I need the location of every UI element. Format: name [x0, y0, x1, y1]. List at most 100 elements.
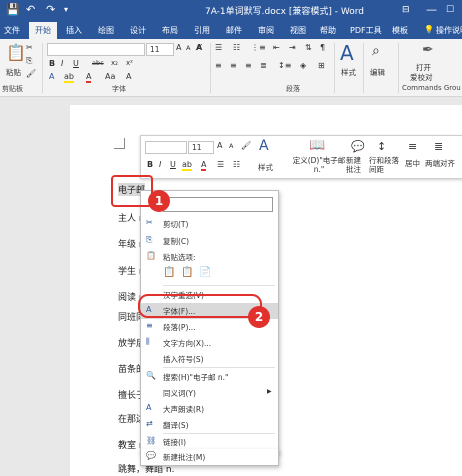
new-comment-icon[interactable]: 💬 — [351, 140, 365, 153]
tab-review[interactable]: 审阅 — [258, 25, 274, 36]
styles-button[interactable]: 样式 — [341, 67, 356, 78]
mini-numbering-icon[interactable]: ☷ — [233, 160, 240, 169]
tab-pdf-tools[interactable]: PDF工具 — [350, 25, 382, 36]
mini-font-color-icon[interactable]: A — [201, 160, 207, 171]
align-right-icon[interactable]: ≡ — [245, 61, 252, 70]
new-comment-button[interactable]: 新建批注 — [346, 156, 366, 174]
align-center-icon[interactable]: ≡ — [230, 61, 237, 70]
cut-icon[interactable]: ✂ — [26, 43, 33, 52]
tab-template[interactable]: 模板 — [392, 25, 408, 36]
search-menu-input[interactable] — [163, 197, 273, 212]
mini-bold[interactable]: B — [147, 160, 153, 169]
menu-item-synonyms[interactable]: 同义词(Y) ▶ — [141, 385, 278, 401]
shading-icon[interactable]: ◈ — [300, 61, 306, 70]
justify-button[interactable]: 两端对齐 — [425, 158, 455, 169]
tab-design[interactable]: 设计 — [130, 25, 146, 36]
tab-layout[interactable]: 布局 — [162, 25, 178, 36]
highlight-icon[interactable]: ab — [64, 72, 74, 83]
line-spacing-icon[interactable]: ↕≡ — [278, 61, 291, 70]
maximize-icon[interactable]: ☐ — [446, 5, 454, 15]
tab-tell-me[interactable]: 操作说明 — [436, 25, 462, 36]
tab-home[interactable]: 开始 — [29, 22, 57, 39]
tab-insert[interactable]: 插入 — [66, 25, 82, 36]
format-painter-icon[interactable]: 🖌 — [26, 69, 36, 78]
underline-button[interactable]: U — [73, 59, 79, 68]
menu-item-read-aloud[interactable]: A 大声朗读(R) — [141, 401, 278, 417]
menu-item-new-comment[interactable]: 💬 新建批注(M) — [140, 449, 279, 466]
save-icon[interactable]: 💾 — [6, 3, 20, 16]
mini-styles-button[interactable]: 样式 — [258, 162, 273, 173]
shrink-font-button[interactable]: A — [186, 44, 190, 52]
bullets-icon[interactable]: ☰ — [215, 43, 222, 52]
font-color-icon[interactable]: A — [86, 72, 92, 83]
justify-icon[interactable]: ≣ — [434, 140, 443, 153]
tab-file[interactable]: 文件 — [4, 25, 20, 36]
menu-item-text-direction[interactable]: ⫼ 文字方向(X)... — [141, 335, 278, 351]
mini-format-painter-icon[interactable]: 🖌 — [241, 141, 251, 150]
undo-icon[interactable]: ↶ — [26, 3, 35, 16]
justify-icon[interactable]: ≣ — [260, 61, 267, 70]
menu-item-copy[interactable]: ⎘ 复制(C) — [141, 233, 278, 249]
mini-highlight-icon[interactable]: ab — [182, 160, 192, 171]
paste-text-only-icon[interactable]: 📄 — [199, 267, 211, 278]
copy-icon[interactable]: ⎘ — [26, 56, 32, 66]
tab-mailings[interactable]: 邮件 — [226, 25, 242, 36]
menu-item-translate[interactable]: ⇄ 翻译(S) — [141, 417, 278, 433]
lightbulb-icon[interactable]: 💡 — [424, 25, 434, 34]
tab-view[interactable]: 视图 — [290, 25, 306, 36]
proofread-label[interactable]: 爱校对 — [410, 72, 433, 83]
mini-font-size[interactable]: 11 — [188, 141, 214, 154]
numbering-icon[interactable]: ☷ — [233, 43, 240, 52]
font-name-box[interactable] — [47, 43, 145, 56]
increase-indent-icon[interactable]: ⇥ — [289, 43, 296, 52]
sort-icon[interactable]: ⇅ — [305, 43, 312, 52]
decrease-indent-icon[interactable]: ⇤ — [273, 43, 280, 52]
paste-merge-format-icon[interactable]: 📋 — [181, 267, 193, 278]
minimize-icon[interactable]: — — [426, 3, 437, 16]
define-button[interactable]: 定义(D)"电子邮 n." — [291, 156, 347, 174]
clear-format-icon[interactable]: A̸ — [196, 43, 202, 52]
superscript-button[interactable]: x² — [126, 59, 133, 67]
center-icon[interactable]: ≡ — [408, 140, 417, 153]
subscript-button[interactable]: x₂ — [111, 59, 118, 67]
center-button[interactable]: 居中 — [405, 158, 420, 169]
tab-help[interactable]: 帮助 — [320, 25, 336, 36]
tab-draw[interactable]: 绘图 — [98, 25, 114, 36]
mini-underline[interactable]: U — [170, 160, 176, 169]
mini-italic[interactable]: I — [159, 160, 161, 169]
multilevel-list-icon[interactable]: ⋮≡ — [251, 43, 266, 52]
customize-icon[interactable]: ▾ — [64, 5, 68, 14]
menu-item-link[interactable]: ⛓ 链接(I) — [141, 434, 278, 450]
paste-keep-format-icon[interactable]: 📋 — [163, 267, 175, 278]
line-spacing-icon[interactable]: ↕ — [377, 140, 386, 153]
mini-grow-font[interactable]: A — [217, 141, 222, 150]
strikethrough-button[interactable]: abc — [92, 59, 104, 67]
line-spacing-button[interactable]: 行和段落间距 — [369, 156, 403, 174]
styles-icon[interactable]: A — [340, 41, 354, 65]
borders-icon[interactable]: ⊞ — [318, 61, 325, 70]
char-shading-icon[interactable]: A — [126, 72, 131, 81]
ribbon-display-icon[interactable]: ⊟ — [402, 5, 410, 15]
define-icon[interactable]: 📖 — [309, 138, 325, 153]
paste-icon[interactable]: 📋 — [6, 43, 26, 62]
text-effects-icon[interactable]: A — [49, 72, 54, 81]
paste-button[interactable]: 粘贴 — [6, 67, 21, 78]
redo-icon[interactable]: ↷ — [46, 3, 55, 16]
italic-button[interactable]: I — [61, 59, 63, 68]
font-size-box[interactable]: 11 — [146, 43, 174, 56]
bold-button[interactable]: B — [49, 59, 55, 68]
grow-font-button[interactable]: A — [176, 43, 181, 52]
editing-button[interactable]: 编辑 — [370, 67, 385, 78]
menu-item-insert-symbol[interactable]: 插入符号(S) — [141, 351, 278, 367]
tab-references[interactable]: 引用 — [194, 25, 210, 36]
proofread-icon[interactable]: ✒ — [422, 42, 434, 58]
show-marks-icon[interactable]: ¶ — [320, 43, 325, 52]
find-icon[interactable]: ⌕ — [372, 43, 380, 59]
align-left-icon[interactable]: ≡ — [215, 61, 222, 70]
mini-font-name[interactable] — [145, 141, 187, 154]
mini-shrink-font[interactable]: A — [229, 142, 233, 150]
menu-item-cut[interactable]: ✂ 剪切(T) — [141, 216, 278, 232]
mini-styles-icon[interactable]: A — [259, 138, 269, 154]
menu-item-search[interactable]: 🔍 搜索(H)"电子邮 n." — [141, 369, 278, 385]
mini-bullets-icon[interactable]: ☰ — [217, 160, 224, 169]
